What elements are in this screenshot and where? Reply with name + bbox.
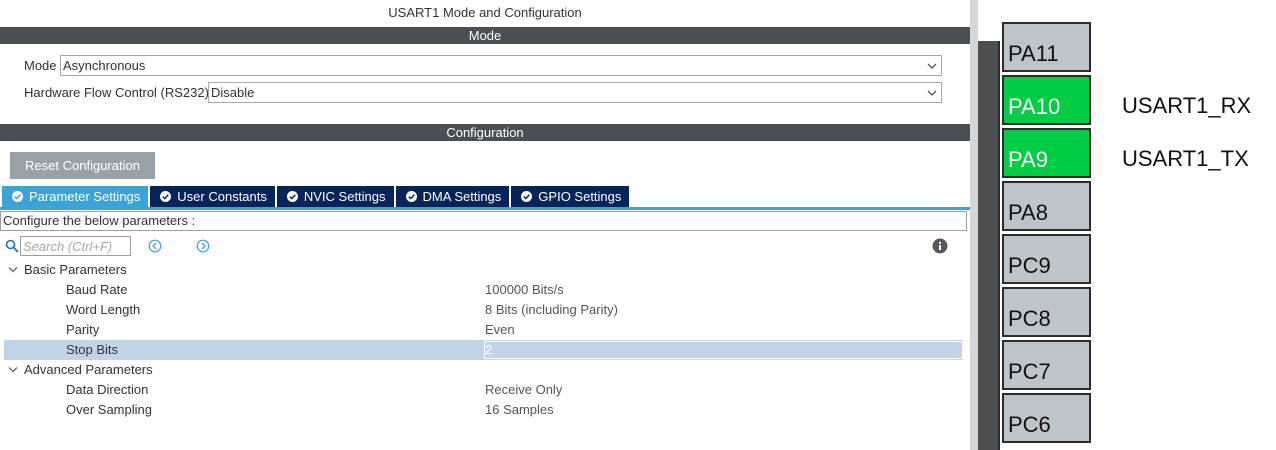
parameter-name: Stop Bits — [66, 342, 119, 357]
chevron-down-icon[interactable] — [8, 266, 18, 274]
tab-underline — [0, 207, 970, 210]
tree-group-row[interactable]: Advanced Parameters — [4, 360, 963, 380]
panel-title: USART1 Mode and Configuration — [388, 5, 582, 20]
usart1-config-panel: USART1 Mode and Configuration Mode Mode … — [0, 0, 970, 450]
chip-body-edge — [998, 41, 1000, 450]
mode-label: Mode — [24, 58, 57, 73]
parameter-value[interactable]: 2 — [485, 340, 492, 360]
hardware-flow-control-select[interactable]: Disable — [208, 82, 942, 103]
configuration-section-header[interactable]: Configuration — [0, 124, 970, 141]
tree-group-label: Advanced Parameters — [24, 362, 153, 377]
parameter-value: 16 Samples — [485, 402, 554, 417]
next-match-icon[interactable] — [196, 239, 210, 253]
parameter-row[interactable]: Data Direction Receive Only — [4, 380, 963, 400]
parameter-value: Receive Only — [485, 382, 563, 397]
tab-user-constants[interactable]: User Constants — [150, 186, 275, 207]
hardware-flow-control-value: Disable — [211, 85, 255, 100]
parameter-value: Even — [485, 322, 515, 337]
config-tabs: Parameter Settings User Constants NVIC Set… — [2, 186, 631, 207]
pin-pa11[interactable]: PA11 — [1002, 22, 1091, 72]
chip-body — [978, 41, 998, 450]
mode-section-header[interactable]: Mode — [0, 27, 970, 44]
tree-group-label: Basic Parameters — [24, 262, 127, 277]
mode-select[interactable]: Asynchronous — [60, 55, 942, 76]
parameter-name: Data Direction — [66, 382, 149, 397]
parameter-value: 100000 Bits/s — [485, 282, 564, 297]
tab-parameter-settings[interactable]: Parameter Settings — [2, 186, 149, 207]
app-window: USART1 Mode and Configuration Mode Mode … — [0, 0, 1276, 450]
check-circle-icon — [286, 191, 298, 202]
mode-select-value: Asynchronous — [63, 58, 146, 73]
check-circle-icon — [160, 191, 172, 202]
pin-pa10[interactable]: PA10 — [1002, 75, 1091, 125]
pin-pc7[interactable]: PC7 — [1002, 340, 1091, 390]
chip-pinout-view: PA11 PA10 PA9 PA8 PC9 PC8 PC7 PC6 USART1_RX USAR… — [978, 0, 1276, 450]
tab-dma-settings[interactable]: DMA Settings — [395, 186, 510, 207]
tree-group-row[interactable]: Basic Parameters — [4, 260, 963, 280]
check-circle-icon — [405, 191, 417, 202]
pin-pa9[interactable]: PA9 — [1002, 128, 1091, 178]
tab-nvic-settings[interactable]: NVIC Settings — [276, 186, 394, 207]
reset-configuration-button[interactable]: Reset Configuration — [10, 152, 155, 179]
tab-label: User Constants — [177, 189, 267, 204]
pin-pc8[interactable]: PC8 — [1002, 287, 1091, 337]
tab-label: DMA Settings — [422, 189, 502, 204]
parameter-name: Over Sampling — [66, 402, 152, 417]
parameter-row[interactable]: Baud Rate 100000 Bits/s — [4, 280, 963, 300]
previous-match-icon[interactable] — [148, 239, 162, 253]
tab-gpio-settings[interactable]: GPIO Settings — [511, 186, 630, 207]
parameter-row[interactable]: Stop Bits 2 — [4, 340, 963, 360]
chevron-down-icon[interactable] — [8, 366, 18, 374]
pin-pa8[interactable]: PA8 — [1002, 181, 1091, 231]
parameter-value-editor[interactable] — [484, 341, 963, 359]
check-circle-icon — [12, 191, 23, 202]
parameter-row[interactable]: Over Sampling 16 Samples — [4, 400, 963, 420]
panel-splitter[interactable] — [970, 0, 978, 450]
check-circle-icon — [521, 191, 533, 202]
parameter-row[interactable]: Word Length 8 Bits (including Parity) — [4, 300, 963, 320]
parameter-name: Baud Rate — [66, 282, 128, 297]
search-icon — [5, 239, 19, 253]
parameter-name: Parity — [66, 322, 100, 337]
tab-label: Parameter Settings — [29, 189, 141, 204]
configure-hint: Configure the below parameters : — [0, 211, 967, 231]
pin-pc9[interactable]: PC9 — [1002, 234, 1091, 284]
chevron-down-icon — [927, 90, 937, 96]
parameter-name: Word Length — [66, 302, 141, 317]
pin-pc6[interactable]: PC6 — [1002, 393, 1091, 443]
tab-label: GPIO Settings — [538, 189, 622, 204]
tab-label: NVIC Settings — [303, 189, 386, 204]
chevron-down-icon — [927, 63, 937, 69]
parameter-value: 8 Bits (including Parity) — [485, 302, 618, 317]
pin-signal-label: USART1_RX — [1122, 93, 1252, 118]
info-icon[interactable] — [932, 238, 948, 254]
hardware-flow-control-label: Hardware Flow Control (RS232) — [24, 85, 209, 100]
search-input[interactable] — [20, 236, 131, 256]
parameter-row[interactable]: Parity Even — [4, 320, 963, 340]
pin-signal-label: USART1_TX — [1122, 146, 1249, 171]
